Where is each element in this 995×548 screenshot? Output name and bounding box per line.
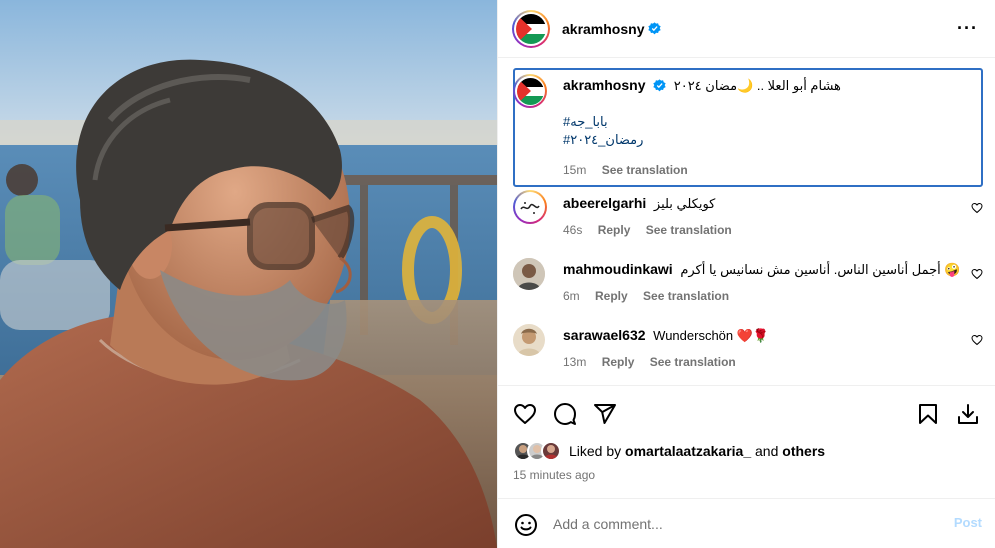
post-comment-button[interactable]: Post bbox=[954, 515, 982, 530]
liker-avatar[interactable] bbox=[541, 441, 561, 461]
comment-time[interactable]: 13m bbox=[563, 355, 586, 369]
see-translation-button[interactable]: See translation bbox=[643, 289, 729, 303]
person-photo-icon bbox=[513, 324, 545, 356]
caption-time[interactable]: 15m bbox=[563, 163, 586, 177]
heart-icon[interactable] bbox=[971, 334, 983, 346]
post-timestamp[interactable]: 15 minutes ago bbox=[513, 468, 595, 482]
liked-by-user-link[interactable]: omartalaatzakaria_ bbox=[625, 443, 751, 459]
comment-text: كويكلي بليز bbox=[653, 196, 716, 211]
share-icon[interactable] bbox=[593, 402, 617, 426]
emoji-icon[interactable] bbox=[514, 513, 538, 537]
comment-icon[interactable] bbox=[553, 402, 577, 426]
liked-others-link[interactable]: others bbox=[782, 443, 825, 459]
heart-icon[interactable] bbox=[513, 402, 537, 426]
caption-see-translation[interactable]: See translation bbox=[602, 163, 688, 177]
commenter-avatar[interactable] bbox=[513, 324, 545, 356]
caption-hashtag-ramadan-2024[interactable]: #رمضان_٢٠٢٤ bbox=[563, 132, 643, 147]
verified-badge-icon bbox=[653, 79, 666, 92]
post-photo[interactable] bbox=[0, 0, 497, 548]
calligraphy-avatar-icon bbox=[520, 202, 540, 214]
comment-text: أجمل أناسين الناس. أناسين مش نسانيس يا أ… bbox=[680, 262, 961, 277]
see-translation-button[interactable]: See translation bbox=[650, 355, 736, 369]
reply-button[interactable]: Reply bbox=[598, 223, 631, 237]
caption-text: هشام أبو العلا .. 🌙مضان ٢٠٢٤ bbox=[673, 78, 841, 93]
author-username[interactable]: akramhosny bbox=[562, 21, 644, 37]
comment-time[interactable]: 46s bbox=[563, 223, 582, 237]
add-comment-input[interactable] bbox=[553, 513, 933, 535]
photo-illustration bbox=[0, 0, 497, 548]
reply-button[interactable]: Reply bbox=[595, 289, 628, 303]
comment-username[interactable]: sarawael632 bbox=[563, 327, 646, 343]
reply-button[interactable]: Reply bbox=[602, 355, 635, 369]
heart-icon[interactable] bbox=[971, 268, 983, 280]
post-header: akramhosny ··· bbox=[498, 0, 995, 58]
caption-username[interactable]: akramhosny bbox=[563, 77, 645, 93]
palestine-flag-icon bbox=[516, 77, 544, 105]
palestine-flag-icon bbox=[516, 13, 546, 44]
liked-by-label: Liked by bbox=[569, 443, 622, 459]
person-photo-icon bbox=[513, 258, 545, 290]
comment-username[interactable]: mahmoudinkawi bbox=[563, 261, 673, 277]
more-options-icon[interactable]: ··· bbox=[957, 19, 978, 37]
bookmark-icon[interactable] bbox=[916, 402, 940, 426]
add-comment-bar: Post bbox=[498, 498, 995, 548]
caption-hashtag-baba-geh[interactable]: #بابا_جه bbox=[563, 114, 608, 129]
instagram-post-viewer: akramhosny ··· akramhosny هشام أبو العلا… bbox=[0, 0, 995, 548]
post-side-panel: akramhosny ··· akramhosny هشام أبو العلا… bbox=[497, 0, 995, 548]
caption-author-avatar[interactable] bbox=[513, 74, 547, 108]
liked-and-label: and bbox=[755, 443, 779, 459]
heart-icon[interactable] bbox=[971, 202, 983, 214]
commenter-avatar[interactable] bbox=[513, 190, 547, 224]
download-icon[interactable] bbox=[956, 402, 980, 426]
author-avatar[interactable] bbox=[512, 9, 550, 48]
comment-time[interactable]: 6m bbox=[563, 289, 580, 303]
see-translation-button[interactable]: See translation bbox=[646, 223, 732, 237]
comment-text: Wunderschön ❤️🌹 bbox=[653, 328, 770, 343]
comment-username[interactable]: abeerelgarhi bbox=[563, 195, 646, 211]
likes-summary: Liked by omartalaatzakaria_ and others bbox=[513, 441, 825, 461]
verified-badge-icon bbox=[648, 22, 662, 35]
commenter-avatar[interactable] bbox=[513, 258, 545, 290]
